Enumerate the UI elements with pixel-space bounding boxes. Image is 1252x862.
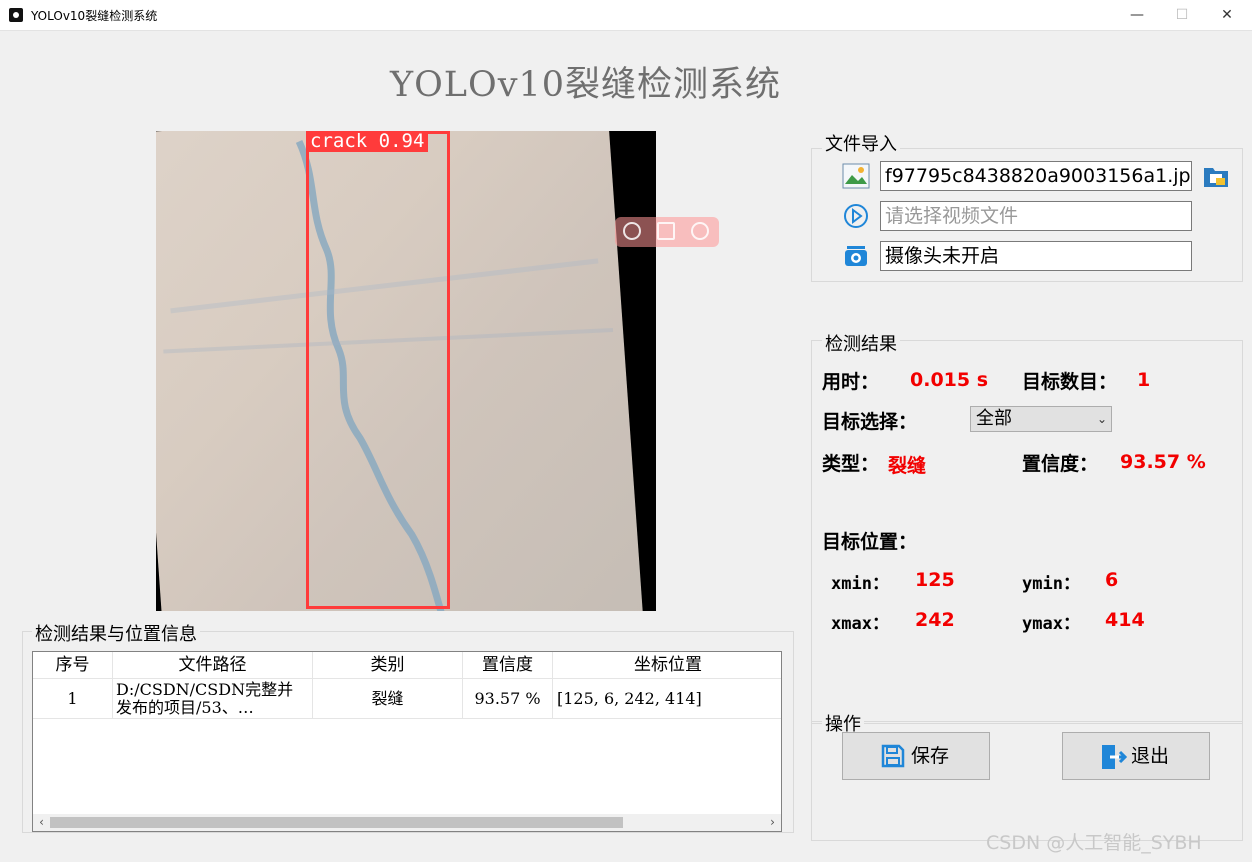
xmax-value: 242 [915, 609, 955, 631]
save-button[interactable]: 保存 [842, 732, 990, 780]
image-file-icon[interactable] [842, 163, 870, 189]
detection-label: crack 0.94 [306, 131, 429, 152]
chevron-down-icon: ⌄ [1096, 412, 1107, 426]
close-button[interactable]: ✕ [1204, 0, 1250, 30]
table-header[interactable]: 坐标位置 [553, 652, 781, 679]
ocr-icon[interactable] [623, 222, 641, 240]
image-display: crack 0.94 [156, 131, 656, 611]
confidence-label: 置信度： [1022, 453, 1099, 475]
count-label: 目标数目： [1022, 371, 1118, 393]
save-label: 保存 [911, 745, 950, 767]
results-legend: 检测结果 [822, 330, 900, 356]
type-value: 裂缝 [888, 455, 927, 477]
table-header[interactable]: 置信度 [463, 652, 553, 679]
video-path-field[interactable]: 请选择视频文件 [880, 201, 1192, 231]
ymin-value: 6 [1105, 569, 1119, 591]
table-legend: 检测结果与位置信息 [32, 620, 200, 646]
camera-status-field[interactable]: 摄像头未开启 [880, 241, 1192, 271]
target-select-label: 目标选择： [822, 411, 918, 433]
exit-button[interactable]: 退出 [1062, 732, 1210, 780]
table-cell-coords: [125, 6, 242, 414] [553, 679, 781, 719]
exit-icon [1102, 745, 1127, 769]
window-titlebar: YOLOv10裂缝检测系统 — ☐ ✕ [0, 0, 1252, 31]
scroll-thumb[interactable] [50, 817, 623, 828]
table-header[interactable]: 文件路径 [113, 652, 313, 679]
magnify-icon[interactable] [691, 222, 709, 240]
scroll-right-icon[interactable]: › [764, 814, 781, 831]
edit-icon[interactable] [657, 222, 675, 240]
camera-icon[interactable] [842, 243, 870, 269]
position-label: 目标位置： [822, 531, 918, 553]
scroll-left-icon[interactable]: ‹ [33, 814, 50, 831]
results-table[interactable]: 序号 文件路径 类别 置信度 坐标位置 1 D:/CSDN/CSDN完整并发布的… [32, 651, 782, 832]
minimize-button[interactable]: — [1114, 0, 1160, 30]
window-title: YOLOv10裂缝检测系统 [31, 9, 158, 23]
ymax-value: 414 [1105, 609, 1145, 631]
table-header[interactable]: 序号 [33, 652, 113, 679]
xmax-label: xmax： [831, 614, 889, 634]
time-value: 0.015 s [910, 369, 989, 391]
floating-toolbar[interactable] [615, 217, 719, 247]
table-header[interactable]: 类别 [313, 652, 463, 679]
folder-open-icon[interactable] [1202, 162, 1230, 190]
image-path-field[interactable]: f97795c8438820a9003156a1.jpg [880, 161, 1192, 191]
app-title: YOLOv10裂缝检测系统 [390, 65, 782, 105]
watermark: CSDN @人工智能_SYBH [986, 832, 1202, 854]
target-select[interactable]: 全部 ⌄ [970, 406, 1112, 432]
ymin-label: ymin： [1022, 574, 1080, 594]
time-label: 用时： [822, 371, 880, 393]
xmin-value: 125 [915, 569, 955, 591]
file-import-legend: 文件导入 [822, 130, 900, 156]
ymax-label: ymax： [1022, 614, 1080, 634]
horizontal-scrollbar[interactable]: ‹ › [33, 814, 781, 831]
exit-label: 退出 [1131, 745, 1170, 767]
count-value: 1 [1137, 369, 1151, 391]
table-cell-confidence: 93.57 % [463, 679, 553, 719]
table-cell-path: D:/CSDN/CSDN完整并发布的项目/53、… [113, 679, 313, 719]
app-icon [9, 8, 23, 22]
xmin-label: xmin： [831, 574, 889, 594]
type-label: 类型： [822, 453, 880, 475]
table-cell-class: 裂缝 [313, 679, 463, 719]
detection-box [306, 131, 450, 609]
target-select-value: 全部 [976, 408, 1012, 429]
save-icon [881, 744, 905, 768]
table-cell-index: 1 [33, 679, 113, 719]
maximize-button[interactable]: ☐ [1159, 0, 1205, 30]
confidence-value: 93.57 % [1120, 451, 1206, 473]
video-play-icon[interactable] [842, 203, 870, 229]
